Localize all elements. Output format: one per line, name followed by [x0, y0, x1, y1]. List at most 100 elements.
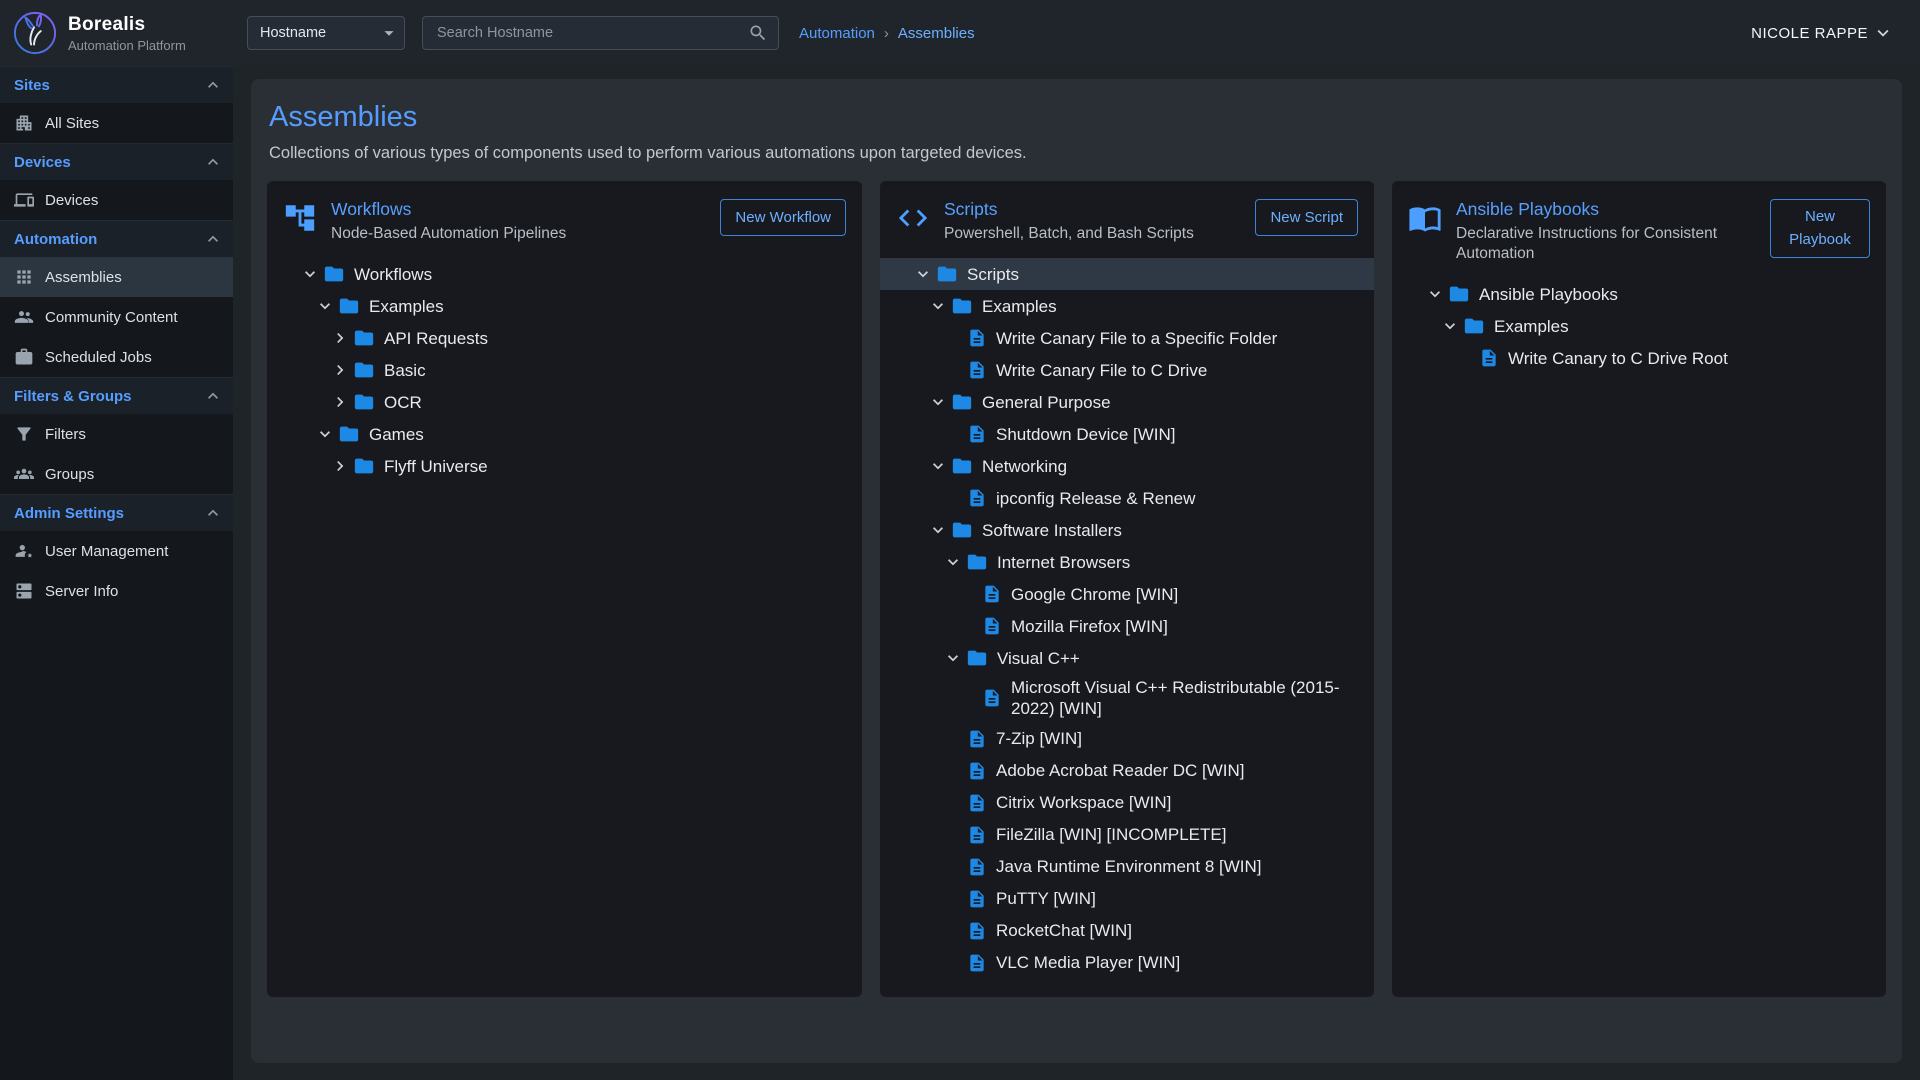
- tree-file-vlc-media-player-win[interactable]: VLC Media Player [WIN]: [880, 947, 1374, 979]
- chevron-down-icon[interactable]: [1439, 315, 1461, 337]
- tree-item-label: Games: [369, 421, 424, 448]
- tree-file-write-canary-file-to-c-drive[interactable]: Write Canary File to C Drive: [880, 354, 1374, 386]
- tree-folder-scripts[interactable]: Scripts: [880, 258, 1374, 290]
- tree-folder-examples[interactable]: Examples: [1392, 310, 1886, 342]
- tree-folder-examples[interactable]: Examples: [880, 290, 1374, 322]
- tree-folder-software-installers[interactable]: Software Installers: [880, 514, 1374, 546]
- tree-folder-api-requests[interactable]: API Requests: [267, 322, 862, 354]
- brand-name: Borealis: [68, 14, 186, 36]
- chevron-down-icon[interactable]: [927, 295, 949, 317]
- chevron-down-icon[interactable]: [314, 423, 336, 445]
- tree-file-citrix-workspace-win[interactable]: Citrix Workspace [WIN]: [880, 787, 1374, 819]
- sidebar-section-admin-settings[interactable]: Admin Settings: [0, 494, 233, 531]
- sidebar-item-devices[interactable]: Devices: [0, 180, 233, 220]
- main: Assemblies Collections of various types …: [233, 66, 1920, 1080]
- sidebar-section-label: Devices: [14, 154, 71, 171]
- tree-item-label: Internet Browsers: [997, 549, 1130, 576]
- sidebar-item-server-info[interactable]: Server Info: [0, 571, 233, 611]
- chevron-up-icon[interactable]: [203, 75, 223, 95]
- chevron-up-icon[interactable]: [203, 229, 223, 249]
- breadcrumb-assemblies[interactable]: Assemblies: [898, 25, 975, 42]
- chevron-down-icon[interactable]: [314, 295, 336, 317]
- chevron-up-icon[interactable]: [203, 386, 223, 406]
- tree-file-write-canary-to-c-drive-root[interactable]: Write Canary to C Drive Root: [1392, 342, 1886, 374]
- tree-indent-spacer: [942, 423, 964, 445]
- new-playbook-button[interactable]: New Playbook: [1770, 199, 1870, 258]
- card-titles: Ansible PlaybooksDeclarative Instruction…: [1456, 199, 1756, 264]
- sidebar-item-all-sites[interactable]: All Sites: [0, 103, 233, 143]
- tree-indent-spacer: [942, 856, 964, 878]
- tree-indent-spacer: [942, 487, 964, 509]
- tree-file-7-zip-win[interactable]: 7-Zip [WIN]: [880, 723, 1374, 755]
- new-script-button[interactable]: New Script: [1255, 199, 1358, 236]
- tree-file-filezilla-win-incomplete[interactable]: FileZilla [WIN] [INCOMPLETE]: [880, 819, 1374, 851]
- tree-folder-networking[interactable]: Networking: [880, 450, 1374, 482]
- tree-folder-workflows[interactable]: Workflows: [267, 258, 862, 290]
- tree-file-java-runtime-environment-8-win[interactable]: Java Runtime Environment 8 [WIN]: [880, 851, 1374, 883]
- breadcrumb-automation[interactable]: Automation: [799, 25, 875, 42]
- tree-folder-flyff-universe[interactable]: Flyff Universe: [267, 450, 862, 482]
- sidebar-item-user-management[interactable]: User Management: [0, 531, 233, 571]
- tree-item-label: Flyff Universe: [384, 453, 488, 480]
- brand[interactable]: Borealis Automation Platform: [0, 10, 233, 56]
- chevron-up-icon[interactable]: [203, 503, 223, 523]
- chevron-down-icon[interactable]: [927, 391, 949, 413]
- tree-file-rocketchat-win[interactable]: RocketChat [WIN]: [880, 915, 1374, 947]
- hostname-select[interactable]: Hostname: [247, 16, 405, 50]
- chevron-down-icon[interactable]: [299, 263, 321, 285]
- chevron-right-icon[interactable]: [329, 391, 351, 413]
- sidebar-section-label: Filters & Groups: [14, 388, 132, 405]
- file-icon: [967, 761, 987, 781]
- tree-file-microsoft-visual-c-redistributable-2015-2022-win[interactable]: Microsoft Visual C++ Redistributable (20…: [880, 674, 1374, 723]
- chevron-down-icon[interactable]: [927, 455, 949, 477]
- page-subtitle: Collections of various types of componen…: [269, 144, 1886, 163]
- card-titles: ScriptsPowershell, Batch, and Bash Scrip…: [944, 199, 1194, 244]
- sidebar-item-scheduled-jobs[interactable]: Scheduled Jobs: [0, 337, 233, 377]
- chevron-down-icon[interactable]: [1424, 283, 1446, 305]
- server-info-icon: [14, 581, 34, 601]
- tree-item-label: Citrix Workspace [WIN]: [996, 789, 1171, 816]
- sidebar-item-assemblies[interactable]: Assemblies: [0, 257, 233, 297]
- tree-file-write-canary-file-to-a-specific-folder[interactable]: Write Canary File to a Specific Folder: [880, 322, 1374, 354]
- chevron-down-icon[interactable]: [927, 519, 949, 541]
- sidebar-section-sites[interactable]: Sites: [0, 66, 233, 103]
- tree-folder-games[interactable]: Games: [267, 418, 862, 450]
- tree-item-label: API Requests: [384, 325, 488, 352]
- folder-icon: [936, 263, 958, 285]
- tree-file-putty-win[interactable]: PuTTY [WIN]: [880, 883, 1374, 915]
- tree-folder-internet-browsers[interactable]: Internet Browsers: [880, 546, 1374, 578]
- chevron-down-icon[interactable]: [942, 551, 964, 573]
- tree-folder-general-purpose[interactable]: General Purpose: [880, 386, 1374, 418]
- sidebar-item-groups[interactable]: Groups: [0, 454, 233, 494]
- sidebar-item-filters[interactable]: Filters: [0, 414, 233, 454]
- sidebar-section-devices[interactable]: Devices: [0, 143, 233, 180]
- user-menu[interactable]: NICOLE RAPPE: [1751, 22, 1894, 44]
- chevron-right-icon[interactable]: [329, 455, 351, 477]
- tree-folder-ansible-playbooks[interactable]: Ansible Playbooks: [1392, 278, 1886, 310]
- chevron-down-icon[interactable]: [912, 263, 934, 285]
- chevron-right-icon[interactable]: [329, 327, 351, 349]
- chevron-right-icon[interactable]: [329, 359, 351, 381]
- sidebar-section-filters-groups[interactable]: Filters & Groups: [0, 377, 233, 414]
- assemblies-icon: [14, 267, 34, 287]
- card-header: ScriptsPowershell, Batch, and Bash Scrip…: [880, 181, 1374, 254]
- tree-file-adobe-acrobat-reader-dc-win[interactable]: Adobe Acrobat Reader DC [WIN]: [880, 755, 1374, 787]
- tree-file-ipconfig-release-renew[interactable]: ipconfig Release & Renew: [880, 482, 1374, 514]
- sidebar-section-automation[interactable]: Automation: [0, 220, 233, 257]
- tree-file-mozilla-firefox-win[interactable]: Mozilla Firefox [WIN]: [880, 610, 1374, 642]
- search-icon[interactable]: [748, 23, 768, 43]
- chevron-up-icon[interactable]: [203, 152, 223, 172]
- tree-file-shutdown-device-win[interactable]: Shutdown Device [WIN]: [880, 418, 1374, 450]
- new-workflow-button[interactable]: New Workflow: [720, 199, 846, 236]
- chevron-down-icon[interactable]: [942, 647, 964, 669]
- tree-folder-basic[interactable]: Basic: [267, 354, 862, 386]
- search-input[interactable]: [435, 24, 748, 42]
- tree-folder-visual-c[interactable]: Visual C++: [880, 642, 1374, 674]
- tree-indent-spacer: [942, 792, 964, 814]
- file-icon: [967, 889, 987, 909]
- tree-item-label: Basic: [384, 357, 426, 384]
- tree-folder-examples[interactable]: Examples: [267, 290, 862, 322]
- tree-file-google-chrome-win[interactable]: Google Chrome [WIN]: [880, 578, 1374, 610]
- tree-folder-ocr[interactable]: OCR: [267, 386, 862, 418]
- sidebar-item-community-content[interactable]: Community Content: [0, 297, 233, 337]
